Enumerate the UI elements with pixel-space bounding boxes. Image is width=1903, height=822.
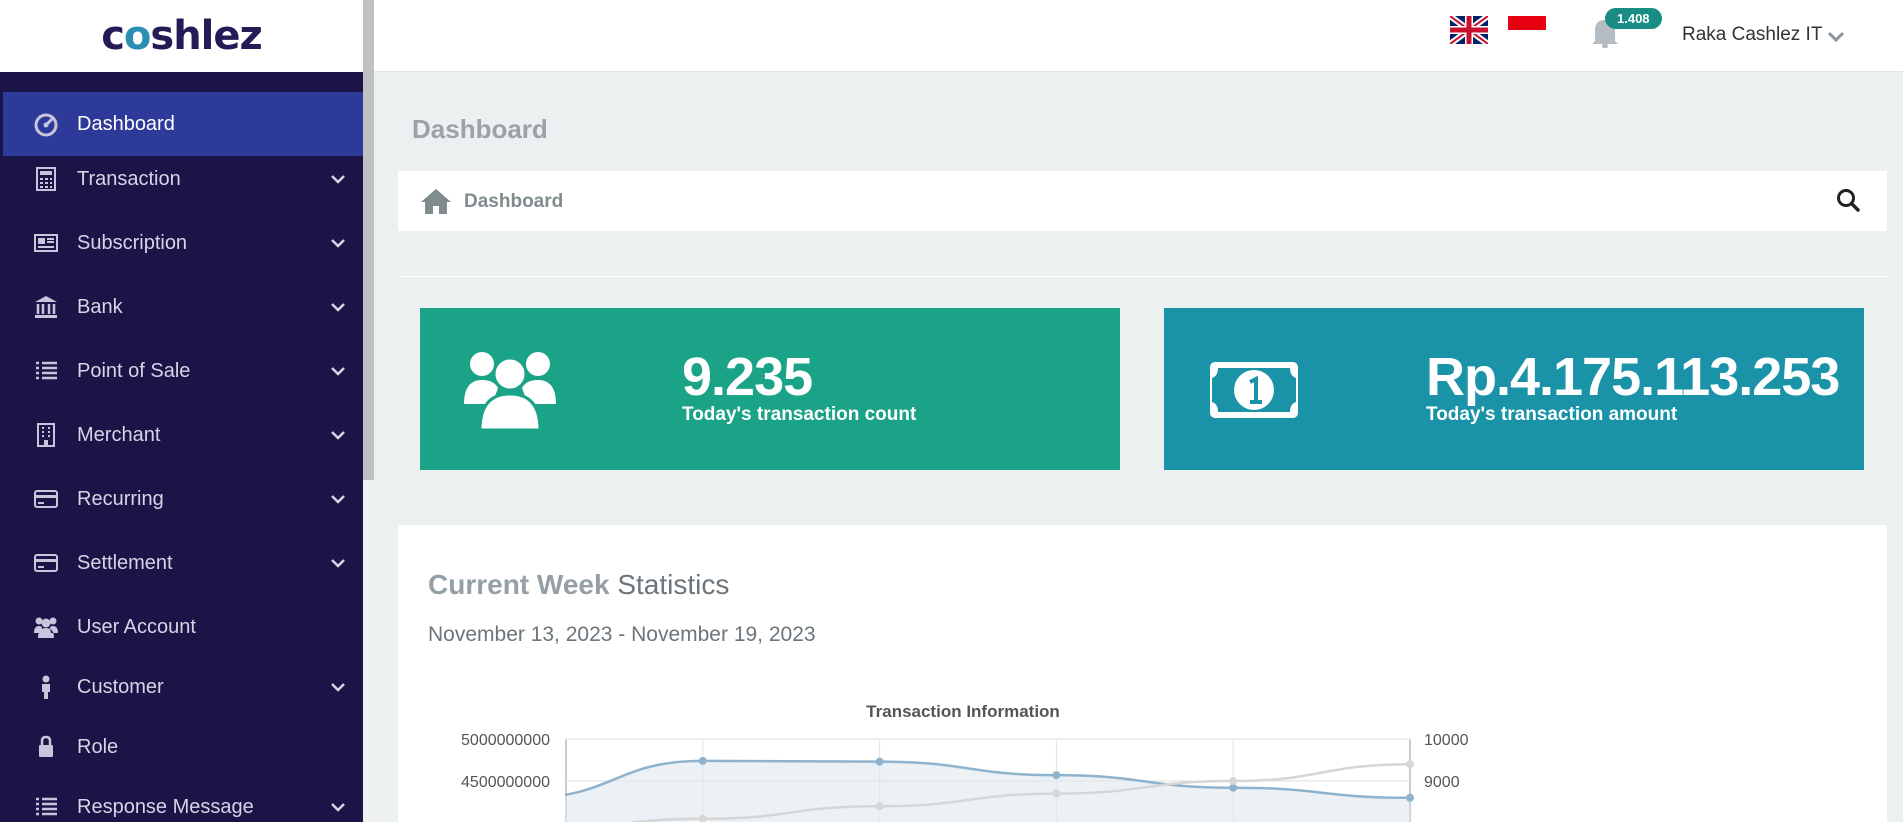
calculator-icon xyxy=(33,166,59,192)
person-icon xyxy=(33,674,59,700)
sidebar-item-label: Merchant xyxy=(77,423,161,446)
chevron-down-icon xyxy=(329,490,347,508)
uk-flag-icon[interactable] xyxy=(1450,16,1488,44)
sidebar-item-dashboard[interactable]: Dashboard xyxy=(3,92,363,156)
cashlez-logo: coshlez xyxy=(101,13,263,59)
sidebar-item-label: Dashboard xyxy=(77,112,175,135)
chart-left-tick-label: 5000000000 xyxy=(461,732,550,749)
home-icon[interactable] xyxy=(419,187,453,215)
chevron-down-icon xyxy=(329,426,347,444)
sidebar-item-label: Point of Sale xyxy=(77,359,191,382)
users-icon xyxy=(33,614,59,640)
sidebar-item-label: Transaction xyxy=(77,167,181,190)
chart-series-area xyxy=(526,760,1410,822)
chevron-down-icon xyxy=(329,362,347,380)
chart-point xyxy=(1052,771,1061,780)
top-header: 1.408 Raka Cashlez IT xyxy=(374,0,1903,72)
chevron-down-icon xyxy=(329,554,347,572)
chart-point xyxy=(875,757,884,766)
chart-title: Transaction Information xyxy=(866,702,1060,721)
chevron-down-icon xyxy=(329,678,347,696)
money-bill-icon xyxy=(1210,362,1298,418)
transaction-count-card: 9.235 Today's transaction count xyxy=(420,308,1120,470)
sidebar-item-label: Customer xyxy=(77,675,164,698)
statistics-title: Current Week Statistics xyxy=(428,569,730,600)
sidebar-item-point-of-sale[interactable]: Point of Sale xyxy=(3,342,363,400)
weekly-statistics-panel: Current Week Statistics November 13, 202… xyxy=(398,525,1887,822)
page-title: Dashboard xyxy=(412,114,548,144)
chevron-down-icon[interactable] xyxy=(1826,28,1846,44)
sidebar-scroll-thumb[interactable] xyxy=(363,0,374,480)
credit-card-icon xyxy=(33,486,59,512)
building-icon xyxy=(33,422,59,448)
sidebar-item-response-message[interactable]: Response Message xyxy=(3,778,363,822)
sidebar-item-subscription[interactable]: Subscription xyxy=(3,214,363,272)
sidebar-item-role[interactable]: Role xyxy=(3,718,363,776)
search-icon[interactable] xyxy=(1835,187,1861,213)
breadcrumb: Dashboard xyxy=(398,171,1887,231)
sidebar-item-bank[interactable]: Bank xyxy=(3,278,363,336)
dashboard-icon xyxy=(33,111,59,137)
breadcrumb-dashboard[interactable]: Dashboard xyxy=(464,191,563,213)
credit-card-icon xyxy=(33,550,59,576)
newspaper-icon xyxy=(33,230,59,256)
sidebar-item-label: Bank xyxy=(77,295,123,318)
chart-point xyxy=(875,802,884,811)
chart-point xyxy=(1229,777,1238,785)
sidebar-item-transaction[interactable]: Transaction xyxy=(3,150,363,208)
transaction-count-value: 9.235 xyxy=(682,347,813,407)
sidebar-item-label: Subscription xyxy=(77,231,188,254)
transaction-amount-label: Today's transaction amount xyxy=(1426,404,1678,425)
users-icon xyxy=(464,352,556,430)
sidebar-item-label: Settlement xyxy=(77,551,173,574)
sidebar-item-merchant[interactable]: Merchant xyxy=(3,406,363,464)
chart-point xyxy=(1406,793,1414,802)
chevron-down-icon xyxy=(329,798,347,816)
chart-point xyxy=(1406,760,1414,769)
divider xyxy=(398,276,1887,277)
sidebar-item-recurring[interactable]: Recurring xyxy=(3,470,363,528)
user-name[interactable]: Raka Cashlez IT xyxy=(1682,24,1822,46)
transaction-amount-value: Rp.4.175.113.253 xyxy=(1426,347,1840,407)
sidebar-item-customer[interactable]: Customer xyxy=(3,658,363,716)
sidebar-item-label: Recurring xyxy=(77,487,164,510)
sidebar-scrollbar[interactable] xyxy=(363,0,374,822)
sidebar-item-user-account[interactable]: User Account xyxy=(3,598,363,656)
chart-point xyxy=(1052,789,1061,798)
transaction-amount-card: Rp.4.175.113.253 Today's transaction amo… xyxy=(1164,308,1864,470)
chart-point xyxy=(698,756,707,765)
lock-icon xyxy=(33,734,59,760)
sidebar-item-label: Response Message xyxy=(77,795,254,818)
chevron-down-icon xyxy=(329,234,347,252)
chevron-down-icon xyxy=(329,170,347,188)
bank-icon xyxy=(33,294,59,320)
list-icon xyxy=(33,794,59,820)
chart-left-tick-label: 4500000000 xyxy=(461,774,550,791)
logo-box[interactable]: coshlez xyxy=(0,0,363,72)
transaction-chart: Transaction Information 5000000000 4500000… xyxy=(398,702,1469,822)
transaction-count-label: Today's transaction count xyxy=(682,404,917,425)
notification-badge[interactable]: 1.408 xyxy=(1605,8,1662,29)
sidebar-item-settlement[interactable]: Settlement xyxy=(3,534,363,592)
sidebar-item-label: Role xyxy=(77,735,119,758)
sidebar-item-label: User Account xyxy=(77,615,196,638)
chart-right-tick-label: 9000 xyxy=(1424,774,1460,791)
sidebar: coshlez Dashboard Transaction Subscription… xyxy=(0,0,363,822)
list-icon xyxy=(33,358,59,384)
chevron-down-icon xyxy=(329,298,347,316)
chart-right-tick-label: 10000 xyxy=(1424,732,1469,749)
indonesia-flag-icon[interactable] xyxy=(1508,16,1546,44)
statistics-date-range: November 13, 2023 - November 19, 2023 xyxy=(428,623,816,646)
